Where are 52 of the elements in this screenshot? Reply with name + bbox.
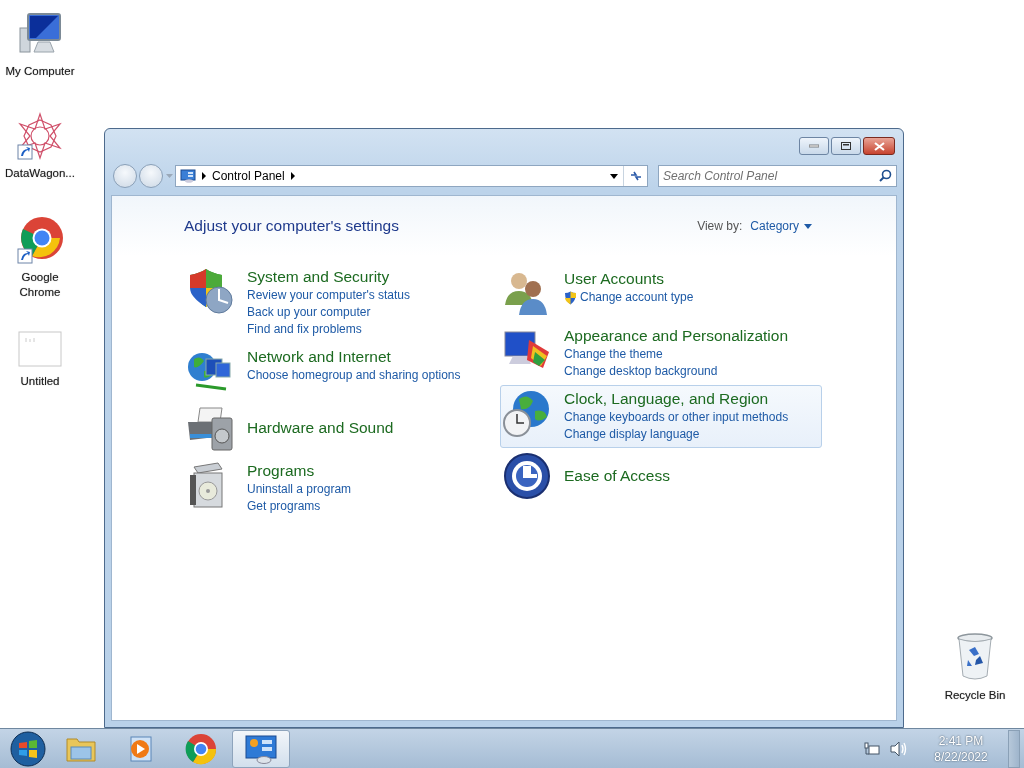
view-by-label: View by:	[697, 219, 743, 233]
search-field[interactable]: Search Control Panel	[658, 165, 897, 187]
task-link[interactable]: Change account type	[564, 289, 694, 306]
icon-label[interactable]: Recycle Bin	[935, 688, 1015, 703]
icon-label[interactable]: DataWagon...	[0, 166, 80, 181]
task-link[interactable]: Choose homegroup and sharing options	[247, 367, 461, 384]
printer-icon	[186, 404, 234, 452]
category-title-link[interactable]: Clock, Language, and Region	[564, 389, 769, 409]
task-link[interactable]: Find and fix problems	[247, 321, 362, 338]
view-by-dropdown[interactable]: Category	[750, 219, 812, 233]
task-link[interactable]: Get programs	[247, 498, 321, 515]
category-title-link[interactable]: Network and Internet	[247, 347, 391, 367]
forward-button[interactable]	[139, 164, 163, 188]
task-link[interactable]: Change keyboards or other input methods	[564, 409, 789, 426]
icon-label[interactable]: Google Chrome	[0, 270, 80, 300]
close-icon	[873, 141, 885, 151]
category-title-link[interactable]: System and Security	[247, 267, 390, 287]
page-heading: Adjust your computer's settings	[184, 217, 399, 235]
breadcrumb-item[interactable]: Control Panel	[212, 169, 285, 183]
caret-icon	[804, 223, 812, 229]
task-link[interactable]: Review your computer's status	[247, 287, 411, 304]
close-button[interactable]	[863, 137, 895, 155]
icon-label[interactable]: My Computer	[0, 64, 80, 79]
task-link[interactable]: Change desktop background	[564, 363, 718, 380]
category-title-link[interactable]: Ease of Access	[564, 466, 670, 486]
task-link[interactable]: Back up your computer	[247, 304, 371, 321]
task-link[interactable]: Change display language	[564, 426, 700, 443]
accessibility-icon	[503, 452, 551, 500]
caret-icon[interactable]	[610, 173, 618, 179]
browser-icon	[185, 732, 217, 765]
address-bar[interactable]: Control Panel	[175, 165, 648, 187]
media-player-icon	[127, 734, 155, 763]
task-link[interactable]: Change the theme	[564, 346, 663, 363]
maximize-icon	[841, 142, 851, 150]
category-title-link[interactable]: Programs	[247, 461, 315, 481]
task-link[interactable]: Uninstall a program	[247, 481, 352, 498]
icon-label[interactable]: Untitled	[0, 374, 80, 389]
maximize-button[interactable]	[831, 137, 861, 155]
start-orb-icon	[10, 730, 46, 767]
category-title-link[interactable]: Hardware and Sound	[247, 418, 394, 438]
taskbar-button[interactable]	[232, 729, 290, 768]
refresh-icon	[628, 170, 643, 182]
network-icon[interactable]	[864, 740, 880, 757]
category-title-link[interactable]: Appearance and Personalization	[564, 326, 789, 346]
globe-clock-icon	[503, 389, 551, 437]
minimize-icon	[809, 144, 819, 148]
control-panel-icon	[244, 733, 278, 764]
search-icon	[879, 169, 892, 182]
back-button[interactable]	[113, 164, 137, 188]
category-title-link[interactable]: User Accounts	[564, 269, 664, 289]
control-panel-icon	[180, 169, 196, 183]
speaker-icon[interactable]	[890, 740, 908, 757]
